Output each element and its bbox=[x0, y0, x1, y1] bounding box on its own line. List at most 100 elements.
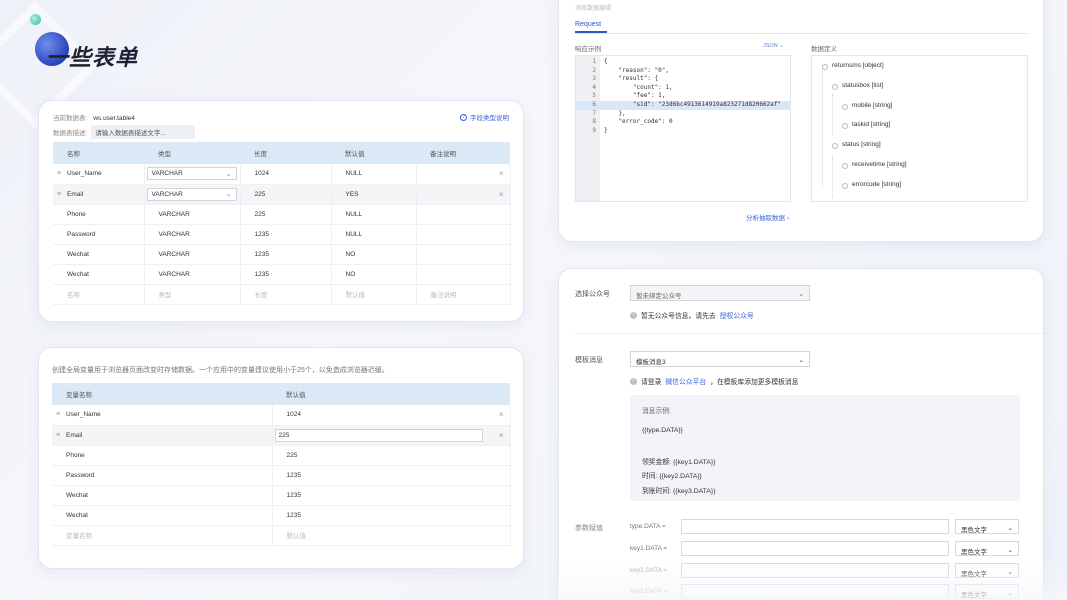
row-name-cell[interactable]: Password bbox=[53, 224, 145, 245]
row-note-cell[interactable] bbox=[416, 264, 511, 285]
col-header-default: 默认值 bbox=[331, 142, 416, 164]
drag-handle-icon[interactable]: ≡ bbox=[57, 170, 62, 177]
response-code-editor[interactable]: 1{2 "reason": "0", 3 "result": {4 "count"… bbox=[575, 55, 791, 202]
equals-sign: = bbox=[661, 544, 668, 552]
row-note-cell[interactable]: × bbox=[416, 184, 511, 205]
row-default-cell[interactable]: NULL bbox=[331, 224, 417, 245]
authorize-account-link[interactable]: 授权公众号 bbox=[720, 310, 754, 320]
row-type-cell[interactable]: VARCHAR bbox=[144, 264, 241, 285]
var-value-cell[interactable]: 1024 × bbox=[272, 405, 511, 426]
line-number: 6 bbox=[592, 101, 596, 108]
tree-node[interactable]: status [string] bbox=[832, 141, 881, 150]
param-color-select[interactable]: 黑色文字 ⌄ bbox=[955, 562, 1019, 578]
type-select[interactable]: VARCHAR ⌄ bbox=[146, 187, 237, 201]
var-name-cell[interactable]: Phone bbox=[52, 445, 273, 466]
param-color-select[interactable]: 黑色文字 ⌄ bbox=[955, 519, 1019, 534]
var-value-input[interactable]: 225 bbox=[274, 428, 483, 442]
row-type-cell[interactable]: VARCHAR ⌄ bbox=[144, 164, 241, 185]
row-default-cell[interactable]: NULL bbox=[331, 164, 417, 185]
row-name-cell[interactable]: Wechat bbox=[53, 244, 145, 265]
new-var-name-input[interactable]: 变量名称 bbox=[52, 525, 273, 546]
tree-node[interactable]: errorcode [string] bbox=[841, 181, 901, 189]
account-select[interactable]: 暂未绑定公众号 ⌄ bbox=[630, 285, 810, 301]
row-length-cell[interactable]: 1235 bbox=[240, 244, 332, 265]
new-default-input[interactable]: 默认值 bbox=[331, 284, 417, 305]
chevron-down-icon: ⌄ bbox=[798, 291, 804, 298]
var-value-cell[interactable]: 1235 bbox=[272, 485, 511, 506]
row-length-cell[interactable]: 1235 bbox=[240, 224, 332, 245]
tab-request[interactable]: Request bbox=[575, 21, 601, 28]
tree-node[interactable]: taskid [string] bbox=[841, 121, 890, 130]
row-name-cell[interactable]: Phone bbox=[53, 204, 145, 225]
var-name-cell[interactable]: Wechat bbox=[52, 485, 273, 506]
extract-data-link[interactable]: 分析抽取数据 › bbox=[746, 212, 789, 222]
tree-node[interactable]: mobile [string] bbox=[841, 102, 892, 110]
new-note-input[interactable]: 备注说明 bbox=[416, 284, 511, 305]
row-type-cell[interactable]: VARCHAR ⌄ bbox=[144, 184, 241, 205]
remove-row-icon[interactable]: × bbox=[499, 190, 504, 199]
tree-node[interactable]: statusbox [list] bbox=[831, 82, 883, 90]
drag-handle-icon[interactable]: ≡ bbox=[56, 432, 61, 439]
row-default-cell[interactable]: NULL bbox=[331, 204, 417, 225]
row-note-cell[interactable] bbox=[416, 244, 511, 265]
row-default-cell[interactable]: NO bbox=[331, 244, 417, 265]
tree-node[interactable]: receivetime [string] bbox=[842, 161, 907, 169]
param-color-select[interactable]: 黑色文字 ⌄ bbox=[955, 540, 1019, 556]
wechat-platform-link[interactable]: 微信公众平台 bbox=[665, 376, 706, 386]
row-note-cell[interactable] bbox=[416, 204, 511, 225]
field-type-help-label: 字段类型说明 bbox=[470, 115, 509, 122]
table-row: Wechat 1235 bbox=[52, 505, 511, 526]
new-var-value-input[interactable]: 默认值 bbox=[272, 525, 511, 546]
param-value-input[interactable] bbox=[681, 519, 949, 534]
col-header-type: 类型 bbox=[144, 142, 240, 164]
param-value-input[interactable] bbox=[681, 562, 949, 578]
code-line: 7 }, bbox=[576, 110, 790, 119]
row-type-cell[interactable]: VARCHAR bbox=[144, 224, 241, 245]
table-desc-input[interactable]: 请输入数据表描述文字... bbox=[91, 125, 196, 139]
field-type-help-link[interactable]: ? 字段类型说明 bbox=[460, 112, 509, 122]
remove-row-icon[interactable]: × bbox=[499, 169, 504, 178]
row-type-cell[interactable]: VARCHAR bbox=[144, 244, 241, 265]
remove-row-icon[interactable]: × bbox=[499, 431, 504, 440]
row-length-cell[interactable]: 225 bbox=[240, 204, 332, 225]
tree-node[interactable]: returnsms [object] bbox=[822, 62, 884, 70]
row-name-cell[interactable]: ≡ User_Name bbox=[53, 164, 145, 185]
var-value-cell[interactable]: 1235 bbox=[272, 465, 511, 486]
param-name: type.DATA = bbox=[630, 523, 666, 530]
template-select[interactable]: 模板消息3 ⌄ bbox=[630, 351, 810, 367]
row-length-cell[interactable]: 1024 bbox=[240, 164, 332, 185]
param-value-input[interactable] bbox=[681, 540, 949, 556]
row-default-cell[interactable]: NO bbox=[331, 264, 417, 285]
row-length-cell[interactable]: 225 bbox=[240, 184, 332, 205]
chevron-right-icon: › bbox=[786, 215, 789, 222]
row-type-cell[interactable]: VARCHAR bbox=[144, 204, 241, 225]
var-name-cell[interactable]: Password bbox=[52, 465, 273, 486]
drag-handle-icon[interactable]: ≡ bbox=[57, 191, 62, 198]
var-name-cell[interactable]: ≡ User_Name bbox=[52, 405, 273, 426]
var-value-cell[interactable]: 1235 bbox=[272, 505, 511, 526]
row-note-cell[interactable] bbox=[416, 224, 511, 245]
row-note-cell[interactable]: × bbox=[416, 164, 511, 185]
var-value-cell[interactable]: 225 × bbox=[272, 425, 511, 446]
new-type-input[interactable]: 类型 bbox=[144, 284, 241, 305]
help-icon: ? bbox=[460, 113, 467, 121]
format-select[interactable]: JSON ⌄ bbox=[763, 43, 784, 49]
var-value-cell[interactable]: 225 bbox=[272, 445, 511, 466]
var-name-cell[interactable]: ≡ Email bbox=[52, 425, 273, 446]
new-length-input[interactable]: 长度 bbox=[240, 284, 332, 305]
var-name: User_Name bbox=[66, 411, 101, 419]
type-select[interactable]: VARCHAR ⌄ bbox=[146, 167, 237, 181]
param-value-input[interactable] bbox=[681, 584, 949, 600]
table-row: Phone VARCHAR 225 NULL bbox=[53, 204, 511, 225]
var-name-cell[interactable]: Wechat bbox=[52, 505, 273, 526]
drag-handle-icon[interactable]: ≡ bbox=[56, 411, 61, 418]
remove-row-icon[interactable]: × bbox=[499, 410, 504, 419]
tree-connector bbox=[832, 94, 833, 136]
row-name-cell[interactable]: ≡ Email bbox=[53, 184, 145, 205]
new-name-input[interactable]: 名称 bbox=[53, 284, 145, 305]
row-default-cell[interactable]: YES bbox=[331, 184, 417, 205]
row-name-cell[interactable]: Wechat bbox=[53, 264, 145, 285]
param-color-select[interactable]: 黑色文字 ⌄ bbox=[955, 584, 1019, 600]
template-label: 模板消息 bbox=[575, 357, 603, 364]
row-length-cell[interactable]: 1235 bbox=[240, 264, 332, 285]
